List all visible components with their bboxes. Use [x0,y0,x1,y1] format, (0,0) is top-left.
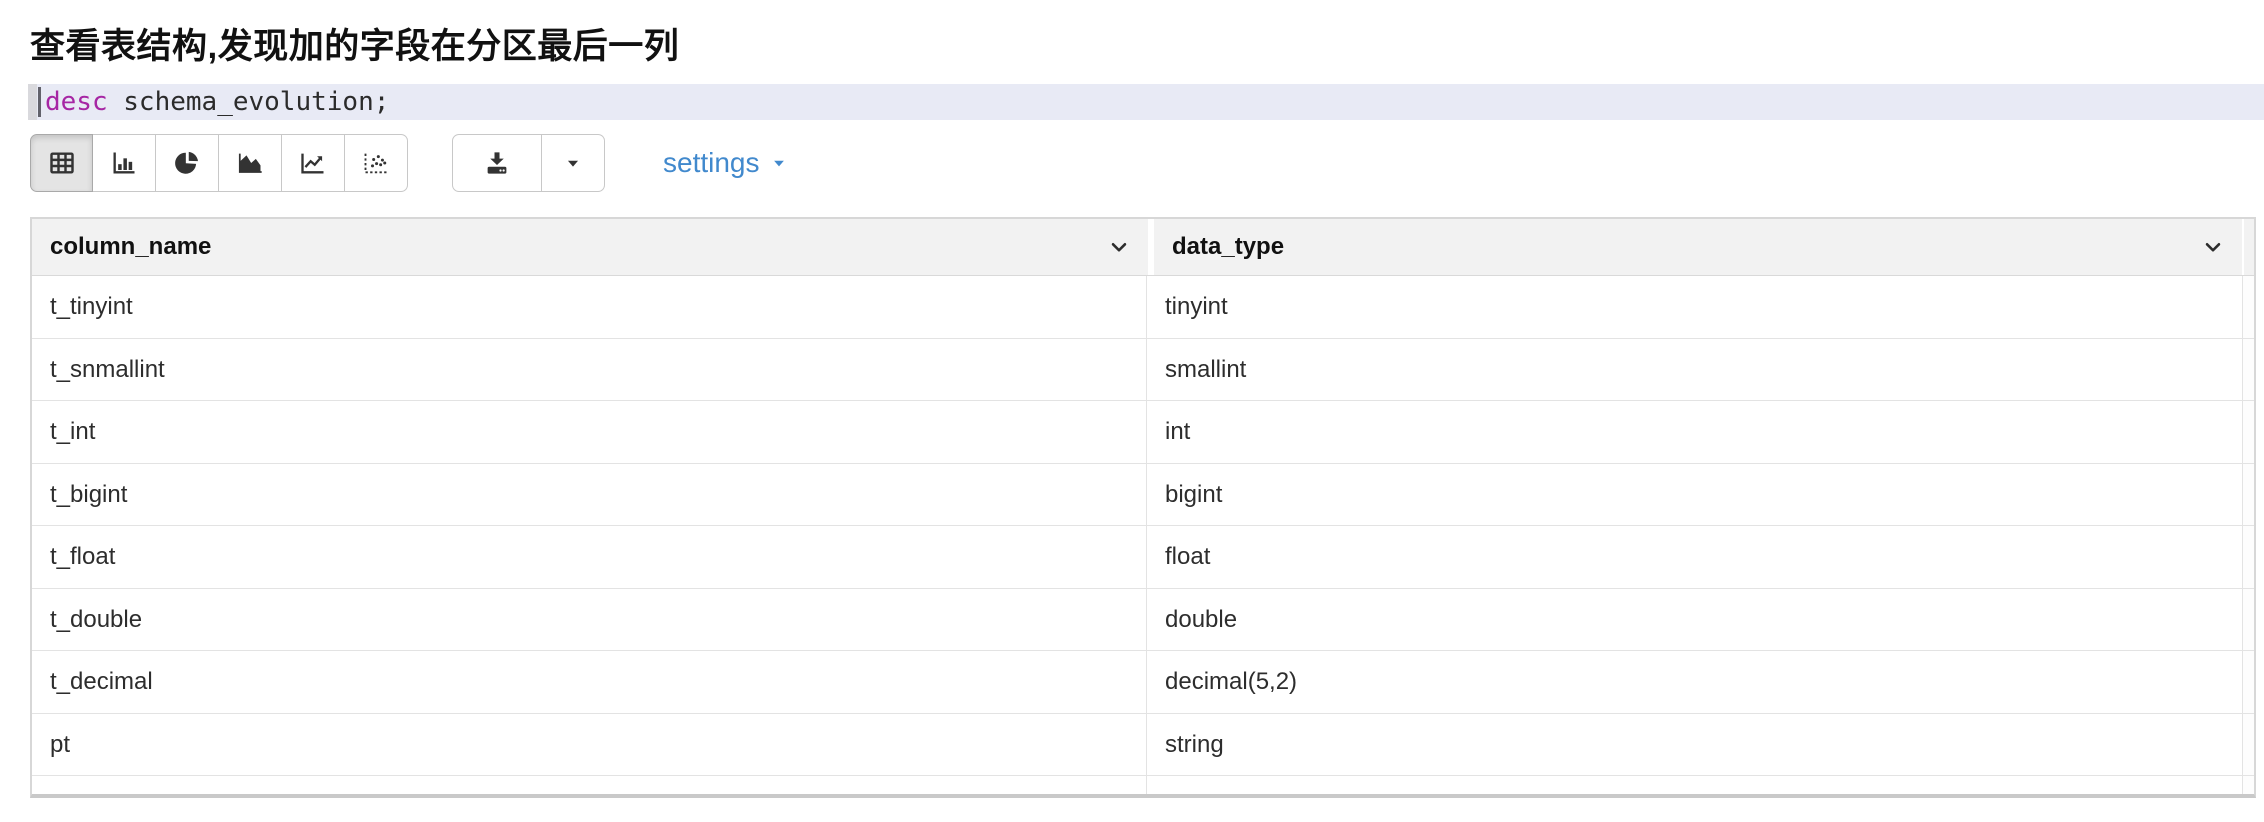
settings-label: settings [663,147,760,179]
pie-chart-icon [172,149,202,177]
cell-data-type: float [1147,526,2242,588]
editor-gutter [28,84,37,120]
table-row-clipped [32,775,2254,798]
bar-chart-button[interactable] [93,134,156,192]
code-line: desc schema_evolution; [45,84,389,120]
cell-data-type: smallint [1147,339,2242,401]
cell-data-type: int [1147,401,2242,463]
scrollbar-track[interactable] [2242,526,2254,588]
line-chart-button[interactable] [282,134,345,192]
scrollbar-track[interactable] [2242,589,2254,651]
sql-keyword: desc [45,87,108,117]
table-row: t_double double [32,588,2254,651]
download-button[interactable] [452,134,542,192]
scrollbar-track[interactable] [2242,464,2254,526]
header-column-name: column_name [32,219,1148,275]
cell-data-type: double [1147,589,2242,651]
table-header-row: column_name data_type [32,219,2254,275]
settings-caret-icon [770,147,788,179]
table-row: t_decimal decimal(5,2) [32,650,2254,713]
scatter-chart-button[interactable] [345,134,408,192]
scrollbar-track[interactable] [2242,339,2254,401]
download-options-button[interactable] [542,134,605,192]
cell-column-name: t_tinyint [32,276,1147,338]
settings-dropdown[interactable]: settings [663,147,788,179]
scrollbar-track[interactable] [2242,401,2254,463]
header-data-type: data_type [1154,219,2242,275]
cell-column-name: t_float [32,526,1147,588]
chart-type-group [30,134,408,192]
column-menu-icon[interactable] [1106,234,1132,260]
table-row: t_float float [32,525,2254,588]
notebook-paragraph: 查看表结构,发现加的字段在分区最后一列 desc schema_evolutio… [0,0,2264,822]
cell-column-name: t_decimal [32,651,1147,713]
editor-cursor [38,87,41,117]
cell-column-name: pt [32,714,1147,776]
sql-statement: schema_evolution; [108,87,390,117]
scrollbar-track[interactable] [2242,219,2254,275]
pie-chart-button[interactable] [156,134,219,192]
download-group [452,134,605,192]
cell-column-name: t_double [32,589,1147,651]
code-editor[interactable]: desc schema_evolution; [28,84,2264,120]
column-menu-icon[interactable] [2200,234,2226,260]
cell-column-name: t_int [32,401,1147,463]
header-label: column_name [50,233,211,261]
cell-data-type: decimal(5,2) [1147,651,2242,713]
page-title: 查看表结构,发现加的字段在分区最后一列 [30,18,679,69]
cell-data-type: string [1147,714,2242,776]
table-row: t_bigint bigint [32,463,2254,526]
table-row: pt string [32,713,2254,776]
scatter-chart-icon [361,149,391,177]
download-icon [481,148,513,178]
bar-chart-icon [109,149,139,177]
scrollbar-track[interactable] [2242,714,2254,776]
table-body: t_tinyint tinyint t_snmallint smallint t… [32,275,2254,798]
area-chart-button[interactable] [219,134,282,192]
line-chart-icon [298,149,328,177]
table-row: t_snmallint smallint [32,338,2254,401]
scrollbar-track[interactable] [2242,651,2254,713]
scrollbar-track[interactable] [2242,276,2254,338]
table-view-button[interactable] [30,134,93,192]
cell-column-name: t_snmallint [32,339,1147,401]
caret-down-icon [562,152,584,174]
cell-data-type: tinyint [1147,276,2242,338]
cell-column-name: t_bigint [32,464,1147,526]
result-table: column_name data_type t_tinyint tinyint [30,217,2256,798]
table-row: t_tinyint tinyint [32,275,2254,338]
table-icon [47,149,77,177]
table-row: t_int int [32,400,2254,463]
visualization-toolbar: settings [30,134,788,192]
header-label: data_type [1172,233,1284,261]
cell-column-name [32,776,1147,798]
area-chart-icon [235,149,265,177]
scrollbar-track[interactable] [2242,776,2254,798]
cell-data-type [1147,776,2242,798]
cell-data-type: bigint [1147,464,2242,526]
